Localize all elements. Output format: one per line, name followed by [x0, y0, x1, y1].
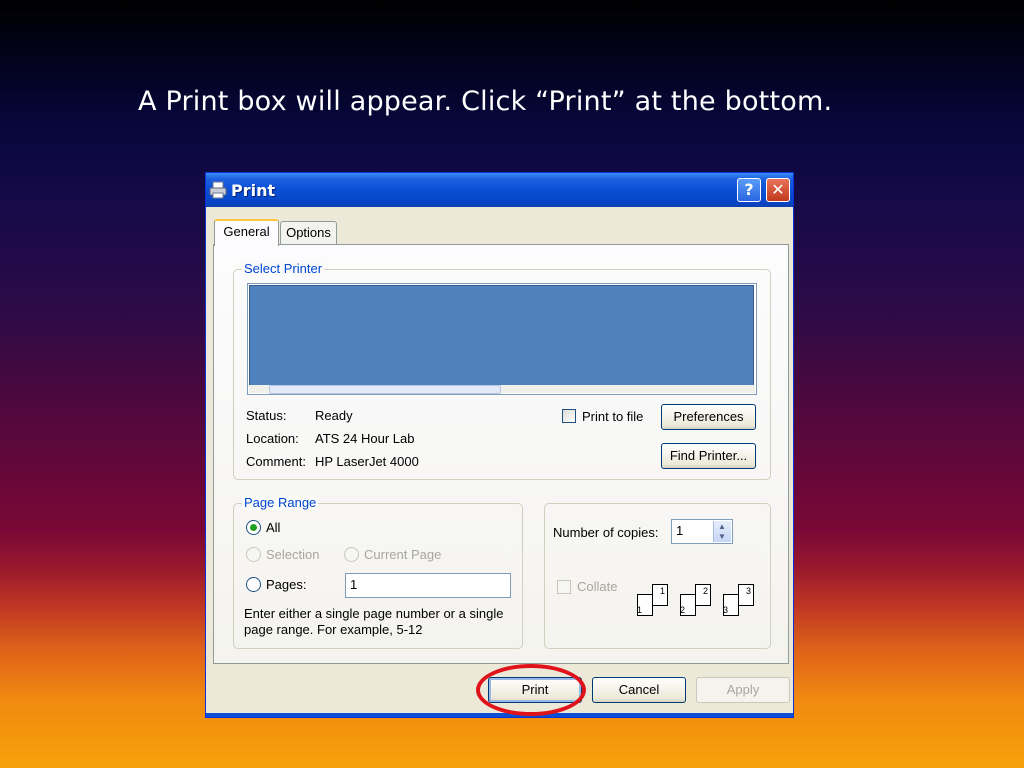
collate-label: Collate [577, 579, 618, 594]
pages-input[interactable]: 1 [345, 573, 511, 598]
printer-list-redaction [249, 285, 754, 386]
collate-checkbox [557, 580, 571, 594]
page-range-legend: Page Range [242, 495, 319, 510]
tab-options[interactable]: Options [280, 221, 337, 245]
copies-value: 1 [676, 523, 684, 538]
dialog-title: Print [231, 181, 276, 200]
copies-group: Number of copies: 1 ▲ ▼ Collate 1 1 2 2 … [544, 503, 771, 649]
print-dialog: Print ? ✕ General Options Select Printer… [205, 172, 794, 718]
page-range-help-2: page range. For example, 5-12 [244, 622, 423, 637]
slide-caption: A Print box will appear. Click “Print” a… [138, 86, 833, 117]
current-page-radio [344, 547, 359, 562]
pages-radio[interactable] [246, 577, 261, 592]
page-2-front-icon: 2 [680, 594, 696, 616]
copies-input[interactable]: 1 ▲ ▼ [671, 519, 733, 544]
general-tab-panel: Select Printer Status: Ready Location: A… [213, 244, 789, 664]
dialog-bottom-border [206, 713, 793, 717]
preferences-button[interactable]: Preferences [661, 404, 756, 430]
scrollbar-thumb[interactable] [269, 385, 501, 394]
close-button[interactable]: ✕ [766, 178, 790, 202]
all-radio[interactable] [246, 520, 261, 535]
all-label: All [266, 520, 281, 535]
current-page-label: Current Page [364, 547, 442, 562]
select-printer-legend: Select Printer [242, 261, 325, 276]
page-1-back-icon: 1 [652, 584, 668, 606]
page-3-back-icon: 3 [738, 584, 754, 606]
comment-label: Comment: [246, 454, 306, 469]
page-3-front-icon: 3 [723, 594, 739, 616]
comment-value: HP LaserJet 4000 [315, 454, 419, 469]
page-range-help-1: Enter either a single page number or a s… [244, 606, 504, 621]
page-1-front-icon: 1 [637, 594, 653, 616]
spin-down-icon[interactable]: ▼ [718, 533, 726, 541]
help-button[interactable]: ? [737, 178, 761, 202]
printer-list-scrollbar[interactable] [249, 385, 755, 394]
cancel-button[interactable]: Cancel [592, 677, 686, 703]
status-label: Status: [246, 408, 287, 423]
apply-button: Apply [696, 677, 790, 703]
print-to-file-checkbox[interactable] [562, 409, 576, 423]
page-range-group: Page Range All Selection Current Page Pa… [233, 495, 523, 649]
location-label: Location: [246, 431, 299, 446]
printer-icon [209, 181, 227, 199]
selection-radio [246, 547, 261, 562]
find-printer-button[interactable]: Find Printer... [661, 443, 756, 469]
page-2-back-icon: 2 [695, 584, 711, 606]
radio-selected-dot [250, 524, 257, 531]
title-bar[interactable]: Print ? ✕ [206, 173, 793, 207]
location-value: ATS 24 Hour Lab [315, 431, 415, 446]
print-highlight-ring [476, 664, 586, 716]
copies-spinner[interactable]: ▲ ▼ [713, 521, 731, 542]
pages-label: Pages: [266, 577, 307, 592]
spin-up-icon[interactable]: ▲ [718, 523, 726, 531]
printer-list[interactable] [247, 283, 757, 395]
selection-label: Selection [266, 547, 320, 562]
select-printer-group: Select Printer Status: Ready Location: A… [233, 261, 771, 480]
tab-general[interactable]: General [214, 219, 279, 246]
status-value: Ready [315, 408, 353, 423]
copies-label: Number of copies: [553, 525, 659, 540]
dialog-body: General Options Select Printer Status: R… [210, 207, 790, 713]
print-to-file-label: Print to file [582, 409, 644, 424]
